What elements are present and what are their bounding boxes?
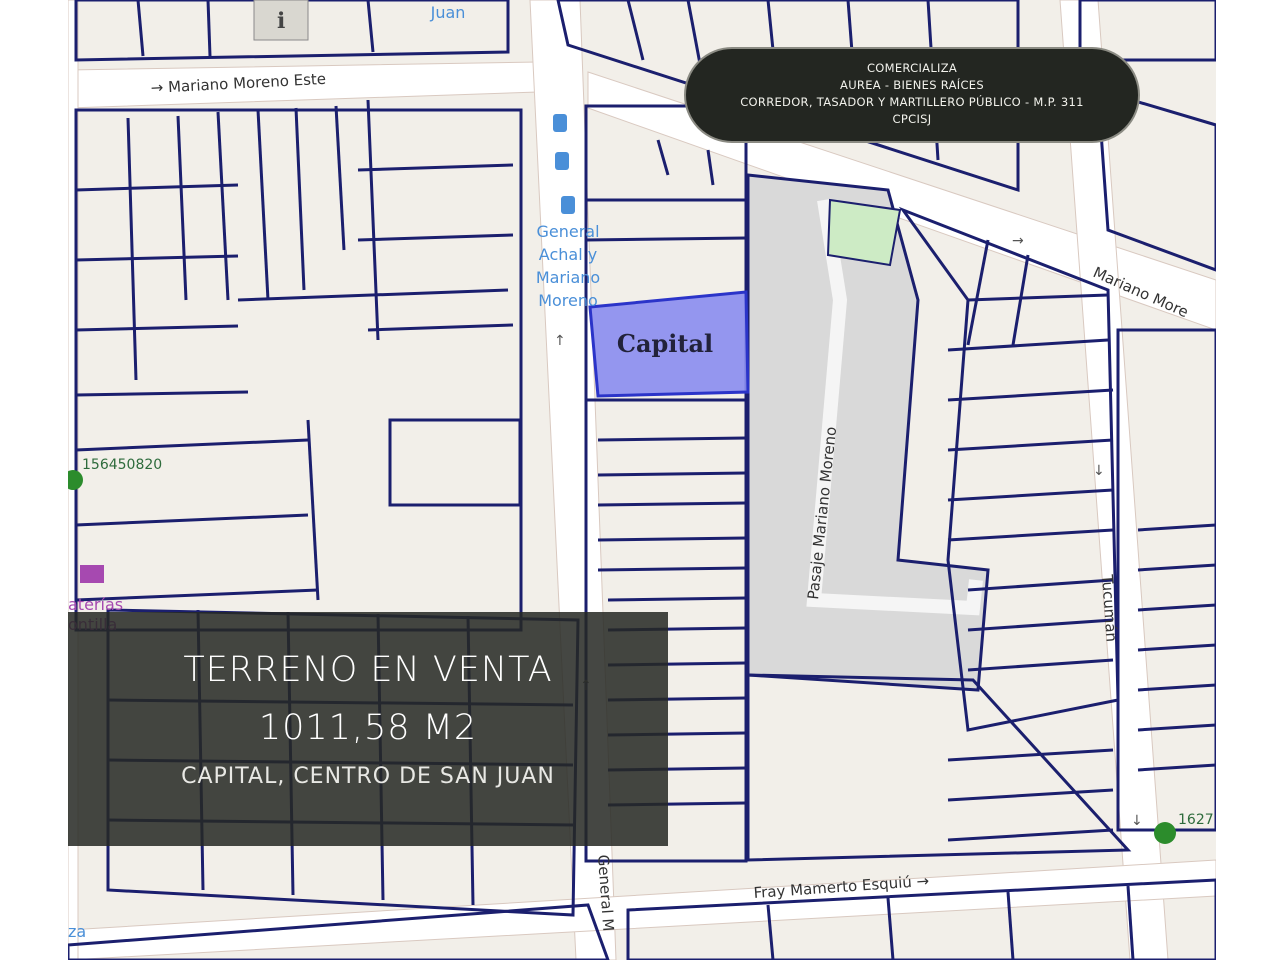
listing-area: 1011,58 M2 — [258, 708, 478, 748]
poi-label-line-4: Moreno — [538, 291, 598, 310]
phone-marker-left — [68, 470, 83, 490]
svg-text:↓: ↓ — [1093, 463, 1105, 479]
street-label-tucuman: Tucumán — [1098, 573, 1121, 643]
info-icon-glyph: ℹ — [277, 9, 285, 34]
poi-label-line-1: General — [536, 222, 599, 241]
svg-text:↓: ↓ — [1131, 813, 1143, 829]
park — [826, 198, 902, 267]
svg-text:→: → — [1012, 233, 1024, 249]
phone-label-left: 156450820 — [82, 457, 162, 473]
agency-line-4: CPCISJ — [892, 112, 932, 126]
poi-label-line-3: Mariano — [536, 268, 600, 287]
poi-label-line-2: Achal y — [539, 245, 597, 264]
agency-badge: COMERCIALIZA AUREA - BIENES RAÍCES CORRE… — [684, 47, 1140, 143]
poi-label-juan: Juan — [430, 3, 466, 22]
listing-location: CAPITAL, CENTRO DE SAN JUAN — [181, 764, 555, 789]
parcel-label: Capital — [617, 329, 713, 358]
listing-title: TERRENO EN VENTA — [183, 650, 553, 690]
poi-label-plaza: za — [68, 922, 86, 941]
agency-line-3: CORREDOR, TASADOR Y MARTILLERO PÚBLICO -… — [740, 95, 1084, 109]
svg-text:↑: ↑ — [554, 333, 566, 349]
sale-overlay: TERRENO EN VENTA 1011,58 M2 CAPITAL, CEN… — [68, 612, 668, 846]
agency-line-2: AUREA - BIENES RAÍCES — [840, 78, 984, 92]
agency-line-1: COMERCIALIZA — [866, 61, 958, 75]
phone-label-right: 1627 — [1178, 812, 1214, 828]
phone-marker-right — [1154, 822, 1176, 844]
shop-icon — [80, 565, 104, 583]
